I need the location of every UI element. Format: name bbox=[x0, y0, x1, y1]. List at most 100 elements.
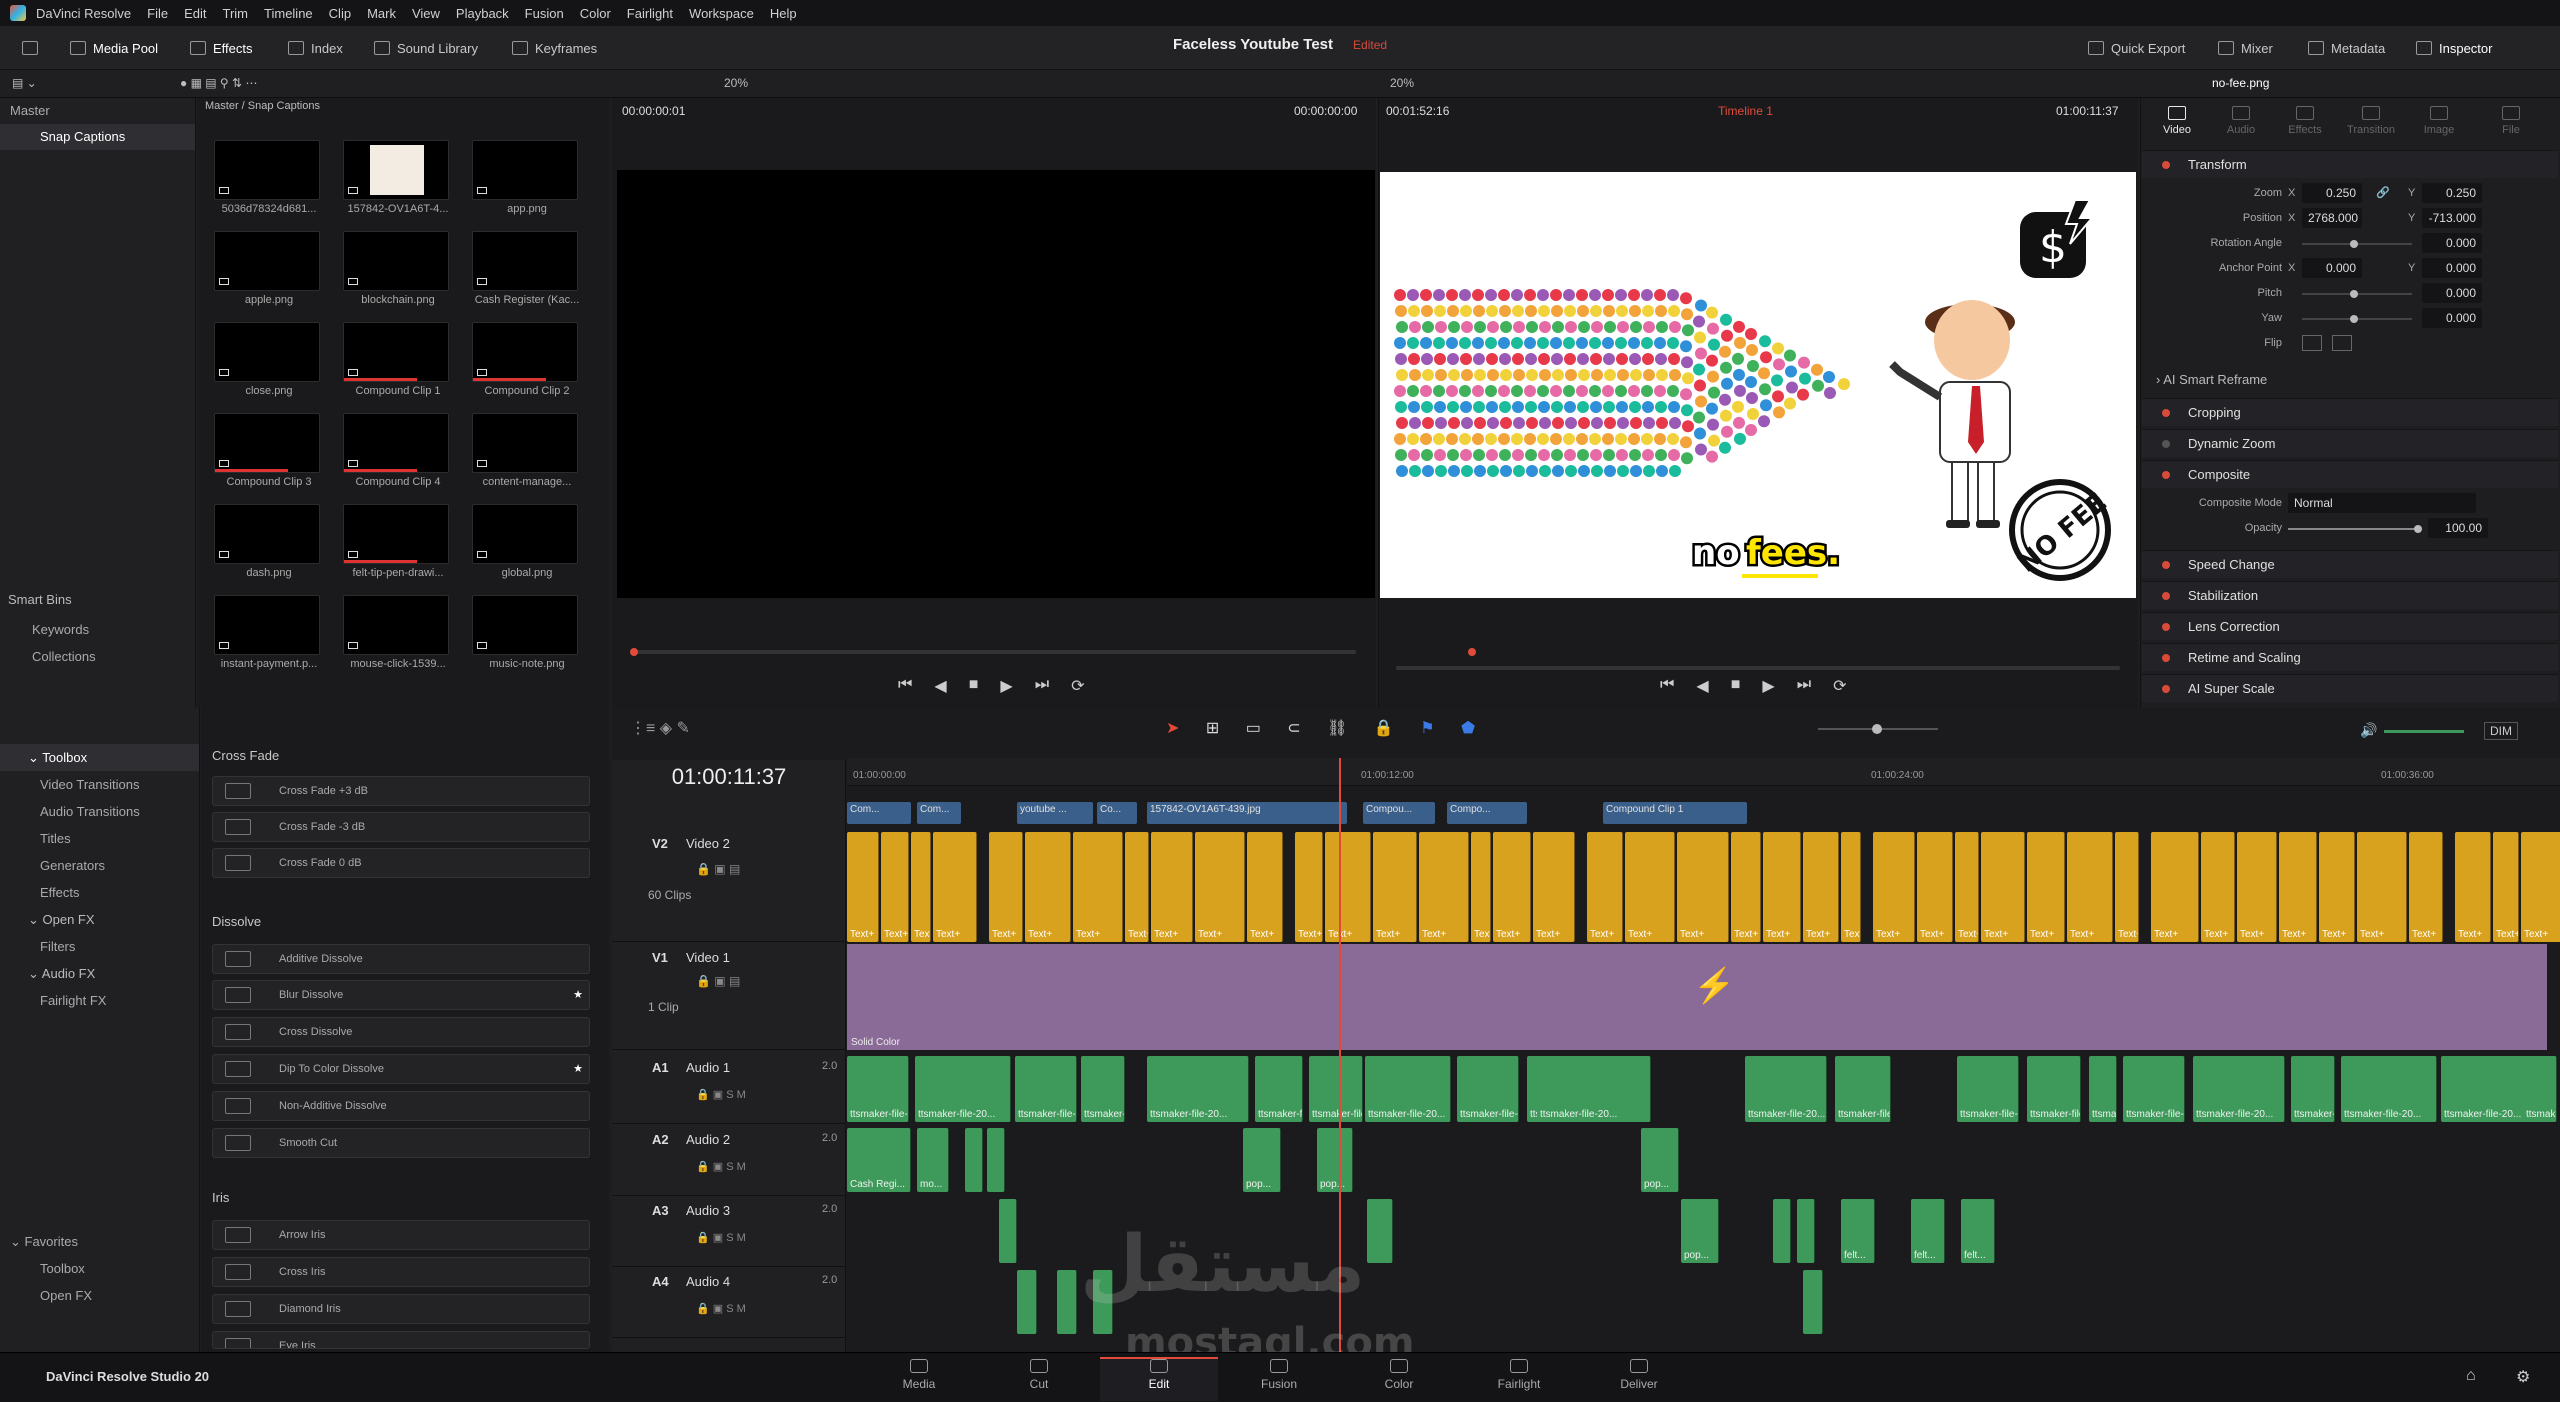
media-pool-button[interactable]: Media Pool bbox=[62, 36, 166, 60]
text-plus-clip[interactable]: Text+ bbox=[847, 832, 879, 942]
snap-icon[interactable]: ⊂ bbox=[1287, 720, 1300, 737]
track-name[interactable]: Audio 3 bbox=[686, 1203, 730, 1218]
text-plus-clip[interactable]: Text+ bbox=[1731, 832, 1761, 942]
audio-clip[interactable]: pop... bbox=[1681, 1199, 1719, 1263]
menu-playback[interactable]: Playback bbox=[456, 6, 509, 21]
text-plus-clip[interactable]: Text+ bbox=[2357, 832, 2407, 942]
link-icon[interactable]: 🔗 bbox=[2376, 186, 2390, 199]
list-view-icon[interactable]: ● ▦ ▤ ⚲ ⇅ ⋯ bbox=[180, 76, 257, 90]
opacity-slider[interactable] bbox=[2288, 528, 2418, 530]
inspector-tab-file[interactable]: File bbox=[2481, 106, 2541, 136]
compound-clip[interactable]: Compo... bbox=[1447, 802, 1527, 824]
fx-dip-to-color[interactable]: Dip To Color Dissolve ★ bbox=[212, 1054, 590, 1084]
fx-cross-fade-0[interactable]: Cross Fade 0 dB bbox=[212, 848, 590, 878]
tree-effects[interactable]: Effects bbox=[0, 879, 199, 906]
text-plus-clip[interactable]: Text+ bbox=[2237, 832, 2277, 942]
audio-clip[interactable]: ttsmaker-file-20... bbox=[1015, 1056, 1077, 1122]
compound-clip[interactable]: Compound Clip 1 bbox=[1603, 802, 1747, 824]
audio-clip[interactable]: pop... bbox=[1243, 1128, 1281, 1192]
media-thumbnail[interactable]: mouse-click-1539... bbox=[343, 595, 449, 670]
text-plus-clip[interactable]: Text+ bbox=[1025, 832, 1071, 942]
audio-clip[interactable]: ttsmaker-file-20... bbox=[2341, 1056, 2437, 1122]
media-thumbnail[interactable]: 5036d78324d681... bbox=[214, 140, 320, 215]
trim-tool-icon[interactable]: ⊞ bbox=[1206, 720, 1219, 737]
audio-clip[interactable]: ttsmaker-file-20... bbox=[2523, 1056, 2557, 1122]
position-y-field[interactable]: -713.000 bbox=[2422, 208, 2482, 228]
page-tab-color[interactable]: Color bbox=[1340, 1359, 1458, 1391]
compound-clip[interactable]: Compou... bbox=[1363, 802, 1435, 824]
audio-clip[interactable] bbox=[1773, 1199, 1791, 1263]
tree-fairlight-fx[interactable]: Fairlight FX bbox=[0, 987, 199, 1014]
text-plus-clip[interactable]: Text+ bbox=[881, 832, 909, 942]
text-plus-clip[interactable]: Text+ bbox=[2115, 832, 2139, 942]
menu-edit[interactable]: Edit bbox=[184, 6, 206, 21]
inspector-button[interactable]: Inspector bbox=[2408, 36, 2500, 60]
media-thumbnail[interactable]: global.png bbox=[472, 504, 578, 579]
audio-clip[interactable]: ttsmaker-file-20... bbox=[2027, 1056, 2081, 1122]
text-plus-clip[interactable]: Text+ bbox=[911, 832, 931, 942]
fx-cross-fade-minus3[interactable]: Cross Fade -3 dB bbox=[212, 812, 590, 842]
audio-clip[interactable]: ttsmaker-file-20... bbox=[1957, 1056, 2019, 1122]
text-plus-clip[interactable]: Text+ bbox=[1955, 832, 1979, 942]
media-thumbnail[interactable]: Compound Clip 4 bbox=[343, 413, 449, 488]
text-plus-clip[interactable]: Text+ bbox=[1873, 832, 1915, 942]
compound-clip[interactable]: 157842-OV1A6T-439.jpg bbox=[1147, 802, 1347, 824]
media-thumbnail[interactable]: Compound Clip 1 bbox=[343, 322, 449, 397]
monitor-toggle-button[interactable] bbox=[14, 36, 46, 60]
program-playhead[interactable] bbox=[1468, 648, 1476, 656]
opacity-knob[interactable] bbox=[2414, 525, 2422, 533]
audio-clip[interactable]: ttsmaker-file-20... bbox=[1537, 1056, 1651, 1122]
section-enable-dot[interactable] bbox=[2162, 685, 2170, 693]
keyframes-button[interactable]: Keyframes bbox=[504, 36, 605, 60]
bin-snap-captions[interactable]: Snap Captions bbox=[0, 124, 195, 150]
home-icon[interactable]: ⌂ bbox=[2466, 1367, 2476, 1385]
tree-toolbox[interactable]: ⌄ Toolbox bbox=[0, 744, 199, 771]
opacity-field[interactable]: 100.00 bbox=[2428, 518, 2488, 538]
flip-vertical-icon[interactable] bbox=[2332, 335, 2352, 351]
media-thumbnail[interactable]: content-manage... bbox=[472, 413, 578, 488]
text-plus-clip[interactable]: Text+ bbox=[1247, 832, 1283, 942]
tree-filters[interactable]: Filters bbox=[0, 933, 199, 960]
source-playhead[interactable] bbox=[630, 648, 638, 656]
media-thumbnail[interactable]: felt-tip-pen-drawi... bbox=[343, 504, 449, 579]
program-scrub-bar[interactable] bbox=[1396, 666, 2120, 670]
quick-export-button[interactable]: Quick Export bbox=[2080, 36, 2193, 60]
menu-fairlight[interactable]: Fairlight bbox=[627, 6, 673, 21]
text-plus-clip[interactable]: Text+ bbox=[1981, 832, 2025, 942]
section-enable-dot[interactable] bbox=[2162, 623, 2170, 631]
text-plus-clip[interactable]: Text+ bbox=[2151, 832, 2199, 942]
track-controls-icon[interactable]: 🔒 ▣ ▤ bbox=[696, 974, 740, 988]
effects-button[interactable]: Effects bbox=[182, 36, 261, 60]
fx-cross-fade-plus3[interactable]: Cross Fade +3 dB bbox=[212, 776, 590, 806]
page-tab-deliver[interactable]: Deliver bbox=[1580, 1359, 1698, 1391]
audio-clip[interactable]: ttsmaker-file-20... bbox=[1835, 1056, 1891, 1122]
media-thumbnail[interactable]: close.png bbox=[214, 322, 320, 397]
section-enable-dot[interactable] bbox=[2162, 440, 2170, 448]
ai-smart-reframe-header[interactable]: › AI Smart Reframe bbox=[2156, 372, 2267, 387]
page-tab-fusion[interactable]: Fusion bbox=[1220, 1359, 1338, 1391]
page-tab-media[interactable]: Media bbox=[860, 1359, 978, 1391]
section-enable-dot[interactable] bbox=[2162, 409, 2170, 417]
text-plus-clip[interactable]: Text+ bbox=[1419, 832, 1469, 942]
text-plus-clip[interactable]: Text+ bbox=[2409, 832, 2443, 942]
dynamic-zoom-section-header[interactable]: Dynamic Zoom bbox=[2142, 429, 2558, 457]
tree-titles[interactable]: Titles bbox=[0, 825, 199, 852]
audio-clip[interactable]: ttsmaker-file-20... bbox=[915, 1056, 1011, 1122]
menu-help[interactable]: Help bbox=[770, 6, 797, 21]
loop-icon[interactable]: ⟳ bbox=[1833, 676, 1846, 696]
dim-button[interactable]: DIM bbox=[2484, 722, 2518, 740]
stop-icon[interactable]: ■ bbox=[969, 676, 979, 696]
compound-clip[interactable]: youtube ... bbox=[1017, 802, 1093, 824]
media-thumbnail[interactable]: Compound Clip 3 bbox=[214, 413, 320, 488]
track-name[interactable]: Audio 2 bbox=[686, 1132, 730, 1147]
text-plus-clip[interactable]: Text+ bbox=[2201, 832, 2235, 942]
fx-diamond-iris[interactable]: Diamond Iris bbox=[212, 1294, 590, 1324]
fx-smooth-cut[interactable]: Smooth Cut bbox=[212, 1128, 590, 1158]
marker-icon[interactable]: ⬟ bbox=[1461, 720, 1475, 737]
audio-clip[interactable]: felt... bbox=[1841, 1199, 1875, 1263]
inspector-tab-audio[interactable]: Audio bbox=[2211, 106, 2271, 136]
text-plus-clip[interactable]: Text+ bbox=[1803, 832, 1839, 942]
source-zoom[interactable]: 20% bbox=[724, 76, 748, 90]
text-plus-clip[interactable]: Text+ bbox=[2521, 832, 2560, 942]
fx-cross-iris[interactable]: Cross Iris bbox=[212, 1257, 590, 1287]
